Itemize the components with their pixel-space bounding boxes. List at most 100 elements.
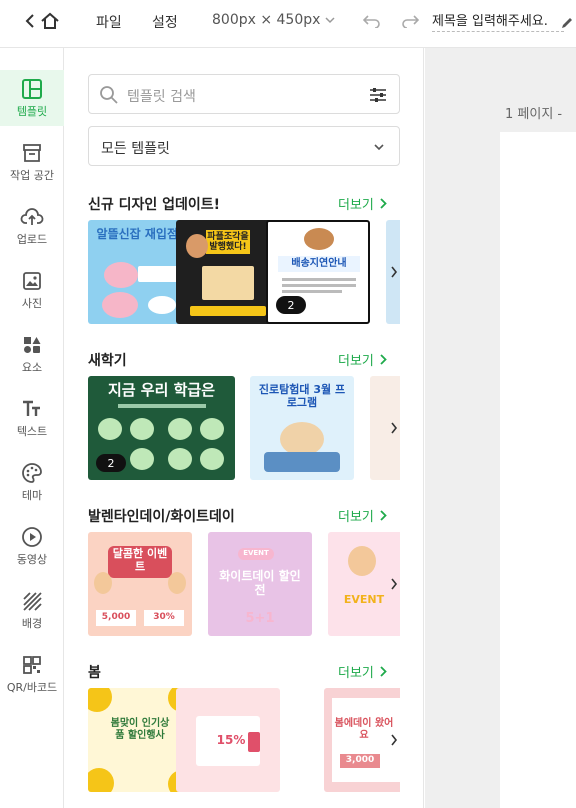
template-category-select[interactable]: 모든 템플릿 — [88, 126, 400, 166]
page-count-badge: 2 — [96, 454, 126, 472]
more-button[interactable]: 더보기 — [338, 194, 387, 213]
left-nav-rail: 템플릿 작업 공간 업로드 사진 요소 텍스트 테마 동영상 배경 QR/바코드 — [0, 48, 64, 808]
scroll-right-button[interactable] — [386, 252, 402, 292]
photo-icon — [23, 271, 41, 290]
rail-item-video[interactable]: 동영상 — [0, 518, 64, 574]
chevron-right-icon — [391, 578, 398, 590]
canvas-size-value: 800px × 450px — [212, 12, 321, 28]
back-button[interactable] — [20, 8, 40, 34]
chevron-left-icon — [25, 14, 34, 28]
rail-item-text[interactable]: 텍스트 — [0, 390, 64, 446]
template-icon — [22, 78, 42, 99]
more-button[interactable]: 더보기 — [338, 506, 387, 525]
upload-icon — [20, 207, 44, 225]
rail-item-upload[interactable]: 업로드 — [0, 198, 64, 254]
palette-icon — [22, 462, 42, 483]
rail-item-elements[interactable]: 요소 — [0, 326, 64, 382]
qr-icon — [23, 655, 41, 674]
more-label: 더보기 — [338, 666, 374, 681]
file-menu[interactable]: 파일 — [96, 12, 122, 32]
rail-item-photo[interactable]: 사진 — [0, 262, 64, 318]
rail-label: 사진 — [21, 296, 43, 310]
settings-menu[interactable]: 설정 — [152, 12, 178, 32]
more-label: 더보기 — [338, 198, 374, 213]
thumbnail-title: 달콤한 이벤트 — [108, 546, 172, 578]
rail-label: 작업 공간 — [10, 168, 54, 182]
rail-label: 동영상 — [16, 552, 48, 566]
rail-item-theme[interactable]: 테마 — [0, 454, 64, 510]
chevron-down-icon — [325, 17, 335, 24]
thumbnail-discount: 30% — [144, 610, 184, 626]
rail-label: 업로드 — [16, 232, 48, 246]
template-thumbnail[interactable]: EVENT 화이트데이 할인전 5+1 — [208, 532, 312, 636]
filter-icon[interactable] — [369, 86, 387, 104]
category-value: 모든 템플릿 — [101, 141, 170, 157]
rail-label: 텍스트 — [16, 424, 48, 438]
thumbnail-title: 15% — [216, 733, 246, 747]
thumbnail-title: 배송지연안내 — [278, 256, 360, 272]
page-label: 1 페이지 - — [505, 107, 563, 122]
rail-item-background[interactable]: 배경 — [0, 582, 64, 638]
rail-item-qr[interactable]: QR/바코드 — [0, 646, 64, 702]
section-title: 발렌타인데이/화이트데이 — [88, 509, 235, 525]
text-icon — [23, 400, 40, 416]
scroll-right-button[interactable] — [386, 408, 402, 448]
section-title: 새학기 — [88, 353, 127, 369]
chevron-down-icon — [374, 144, 384, 151]
scroll-right-button[interactable] — [386, 564, 402, 604]
rail-label: 테마 — [21, 488, 43, 502]
rail-label: QR/바코드 — [6, 680, 58, 694]
rail-item-template[interactable]: 템플릿 — [0, 70, 64, 126]
template-thumbnail[interactable]: 지금 우리 학급은 2 — [88, 376, 235, 480]
rail-label: 요소 — [21, 360, 43, 374]
home-icon — [41, 12, 59, 29]
rail-label: 템플릿 — [16, 104, 48, 118]
chevron-right-icon — [391, 734, 398, 746]
chevron-right-icon — [391, 422, 398, 434]
thumbnail-title: 알뜰신잡 재입점! — [96, 227, 184, 241]
undo-button[interactable] — [362, 8, 382, 34]
rail-item-workspace[interactable]: 작업 공간 — [0, 134, 64, 190]
more-label: 더보기 — [338, 354, 374, 369]
title-input[interactable]: 제목을 입력해주세요. — [432, 10, 564, 32]
thumbnail-title: 지금 우리 학급은 — [107, 381, 216, 399]
top-toolbar: 파일 설정 800px × 450px 제목을 입력해주세요. — [0, 0, 576, 48]
workspace-icon — [23, 143, 41, 162]
elements-icon — [24, 336, 41, 353]
page-count-badge: 2 — [276, 296, 306, 314]
edit-title-button[interactable] — [560, 10, 574, 36]
section-title: 신규 디자인 업데이트! — [88, 197, 221, 213]
more-label: 더보기 — [338, 510, 374, 525]
canvas-size-dropdown[interactable]: 800px × 450px — [212, 12, 336, 28]
template-search-input[interactable]: 템플릿 검색 — [88, 74, 400, 114]
background-icon — [23, 591, 42, 611]
undo-icon — [363, 15, 380, 28]
template-thumbnail[interactable]: 배송지연안내 2 — [266, 220, 370, 324]
template-thumbnail[interactable]: 달콤한 이벤트 5,000 30% — [88, 532, 192, 636]
search-icon — [100, 86, 118, 104]
template-panel: 템플릿 검색 모든 템플릿 신규 디자인 업데이트! 더보기 알뜰신잡 재입점!… — [64, 48, 424, 808]
chevron-right-icon — [380, 666, 387, 677]
thumbnail-title: 화이트데이 할인전 — [219, 569, 301, 597]
thumbnail-price: 3,000 — [340, 754, 380, 768]
template-thumbnail[interactable]: 파플조각을 발행했다! — [176, 220, 280, 324]
template-thumbnail[interactable]: 진로탐험대 3월 프로그램 — [250, 376, 354, 480]
thumbnail-tag: EVENT — [238, 548, 274, 560]
pencil-icon — [562, 18, 572, 28]
thumbnail-title: 파플조각을 발행했다! — [206, 230, 250, 254]
page-sheet[interactable] — [500, 132, 576, 808]
thumbnail-offer: 5+1 — [245, 611, 275, 626]
more-button[interactable]: 더보기 — [338, 662, 387, 681]
section-title: 봄 — [88, 665, 101, 681]
scroll-right-button[interactable] — [386, 720, 402, 760]
more-button[interactable]: 더보기 — [338, 350, 387, 369]
template-thumbnail[interactable]: 15% — [176, 688, 280, 792]
home-button[interactable] — [38, 8, 62, 34]
redo-button[interactable] — [400, 8, 420, 34]
title-text: 제목을 입력해주세요. — [432, 14, 548, 29]
chevron-right-icon — [380, 510, 387, 521]
rail-label: 배경 — [21, 616, 43, 630]
chevron-right-icon — [391, 266, 398, 278]
canvas-area[interactable]: 1 페이지 - — [425, 48, 576, 808]
chevron-right-icon — [380, 198, 387, 209]
